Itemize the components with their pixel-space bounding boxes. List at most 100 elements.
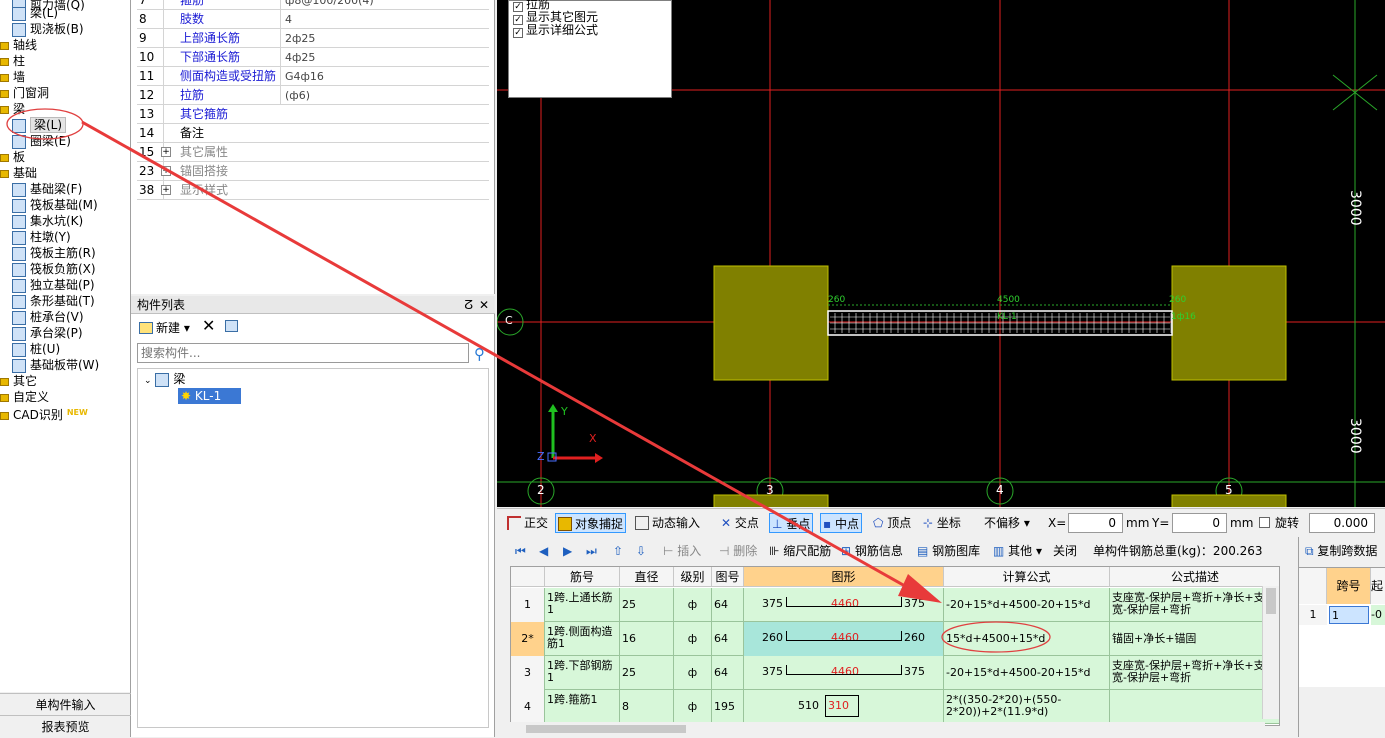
search-icon[interactable]: ⚲ — [474, 345, 485, 363]
property-row[interactable]: 11 侧面构造或受扭筋 G4ф16 — [137, 67, 489, 86]
prev-icon[interactable]: ◀ — [539, 541, 548, 561]
x-offset-input[interactable]: 0 — [1068, 513, 1123, 533]
search-input[interactable] — [137, 343, 469, 363]
tree-folder[interactable]: 门窗洞 — [0, 85, 49, 101]
tree-item[interactable]: 桩承台(V) — [12, 309, 84, 325]
property-value[interactable]: ф8@100/200(4) — [280, 0, 489, 10]
cell-fig[interactable]: 64 — [712, 622, 744, 656]
property-value[interactable]: 2ф25 — [280, 29, 489, 48]
col-fig-no[interactable]: 图号 — [712, 567, 744, 587]
cell-grade[interactable]: ф — [674, 588, 712, 622]
tree-folder[interactable]: 自定义 — [0, 389, 49, 405]
col-formula[interactable]: 计算公式 — [944, 567, 1110, 587]
tree-item[interactable]: 集水坑(K) — [12, 213, 83, 229]
last-icon[interactable]: ⏭ — [586, 541, 597, 561]
cell-dia[interactable]: 25 — [620, 656, 674, 690]
scale-rebar-button[interactable]: ⊪ 缩尺配筋 — [769, 541, 831, 561]
tree-root-beam[interactable]: ⌄ 梁 — [144, 371, 185, 387]
tree-item[interactable]: 梁(L) — [12, 117, 67, 133]
cell-name[interactable]: 1跨.下部钢筋1 — [545, 656, 620, 690]
cell-description[interactable]: 支座宽-保护层+弯折+净长+支座宽-保护层+弯折 — [1110, 656, 1279, 690]
tree-item[interactable]: 基础板带(W) — [12, 357, 99, 373]
tree-folder[interactable]: 墙 — [0, 69, 25, 85]
insert-button[interactable]: ⊢ 插入 — [663, 541, 701, 561]
first-icon[interactable]: ⏮ — [515, 541, 526, 561]
offset-dropdown[interactable]: 不偏移 ▾ — [984, 513, 1030, 533]
property-value[interactable]: 4 — [280, 10, 489, 29]
col-bar-no[interactable]: 筋号 — [545, 567, 620, 587]
delete-icon[interactable]: ✕ — [202, 316, 215, 335]
cell-fig[interactable]: 64 — [712, 588, 744, 622]
tree-folder[interactable]: 板 — [0, 149, 25, 165]
property-value[interactable]: 4ф25 — [280, 48, 489, 67]
property-row[interactable]: 14 备注 — [137, 124, 489, 143]
row-header[interactable]: 1 — [511, 588, 545, 622]
col-diameter[interactable]: 直径(mm) — [620, 567, 674, 604]
tab-report-preview[interactable]: 报表预览 — [0, 715, 131, 737]
horizontal-scrollbar[interactable] — [510, 722, 1265, 736]
tree-item[interactable]: 柱墩(Y) — [12, 229, 71, 245]
dynamic-input-button[interactable]: 动态输入 — [635, 513, 700, 533]
table-row[interactable]: 4 1跨.箍筋1 8 ф 195 510 310 2*((350-2*20)+(550-2*2… — [511, 690, 1279, 724]
close-button[interactable]: 关闭 — [1053, 541, 1077, 561]
cell-description[interactable] — [1110, 690, 1279, 724]
cell-shape[interactable]: 375 4460 375 — [744, 656, 944, 690]
cell-grade[interactable]: ф — [674, 656, 712, 690]
cell-formula[interactable]: 2*((350-2*20)+(550-2*20))+2*(11.9*d) — [944, 690, 1110, 724]
tree-item[interactable]: 圈梁(E) — [12, 133, 71, 149]
cell-formula[interactable]: -20+15*d+4500-20+15*d — [944, 656, 1110, 690]
tree-item[interactable]: 筏板主筋(R) — [12, 245, 96, 261]
cad-canvas[interactable]: ✓ 拉筋 ✓ 显示其它图元 ✓ 显示详细公式 C 2 3 4 5 3000 3000 26… — [497, 0, 1385, 507]
tree-folder[interactable]: CAD识别 NEW — [0, 405, 88, 422]
row-header[interactable]: 3 — [511, 656, 545, 690]
expand-icon[interactable]: + — [161, 147, 171, 157]
property-row[interactable]: 10 下部通长筋 4ф25 — [137, 48, 489, 67]
object-snap-button[interactable]: 对象捕捉 — [555, 513, 627, 533]
ortho-button[interactable]: 正交 — [507, 513, 548, 533]
cell-shape[interactable]: 260 4460 260 — [744, 622, 944, 656]
move-down-icon[interactable]: ⇩ — [636, 541, 646, 561]
cell-dia[interactable]: 16 — [620, 622, 674, 656]
property-row[interactable]: 23 锚固搭接 + — [137, 162, 489, 181]
tree-item[interactable]: 独立基础(P) — [12, 277, 95, 293]
y-offset-input[interactable]: 0 — [1172, 513, 1227, 533]
tree-item[interactable]: 筏板负筋(X) — [12, 261, 96, 277]
copy-icon[interactable] — [225, 320, 238, 332]
tree-folder[interactable]: 基础 — [0, 165, 37, 181]
tree-folder[interactable]: 其它 — [0, 373, 37, 389]
col-description[interactable]: 公式描述 — [1110, 567, 1279, 587]
copy-span-button[interactable]: ⧉ 复制跨数据 — [1305, 541, 1377, 561]
cell-shape[interactable]: 375 4460 375 — [744, 588, 944, 622]
perpendicular-button[interactable]: ⊥ 垂点 — [769, 513, 814, 533]
property-row[interactable]: 15 其它属性 + — [137, 143, 489, 162]
tree-item[interactable]: 现浇板(B) — [12, 21, 84, 37]
property-row[interactable]: 9 上部通长筋 2ф25 — [137, 29, 489, 48]
tree-item[interactable]: 基础梁(F) — [12, 181, 82, 197]
cell-dia[interactable]: 25 — [620, 588, 674, 622]
pin-icon[interactable]: ⵒ — [464, 296, 473, 314]
tree-item[interactable]: 承台梁(P) — [12, 325, 83, 341]
rotate-input[interactable]: 0.000 — [1309, 513, 1375, 533]
property-row[interactable]: 12 拉筋 (ф6) — [137, 86, 489, 105]
display-option-checkbox[interactable]: ✓ 显示详细公式 — [513, 24, 598, 38]
property-value[interactable]: (ф6) — [280, 86, 489, 105]
tree-item-kl1[interactable]: ✸ KL-1 — [178, 388, 242, 404]
cell-grade[interactable]: ф — [674, 690, 712, 724]
expand-icon[interactable]: + — [161, 166, 171, 176]
table-row[interactable]: 2* 1跨.侧面构造筋1 16 ф 64 260 4460 260 15*d+4500+15*d… — [511, 622, 1279, 656]
col-span-no[interactable]: 跨号 — [1327, 568, 1371, 604]
row-header[interactable]: 4 — [511, 690, 545, 724]
property-value[interactable]: G4ф16 — [280, 67, 489, 86]
new-button[interactable]: 新建 ▾ — [139, 319, 190, 336]
property-row[interactable]: 7 箍筋 ф8@100/200(4) — [137, 0, 489, 10]
cell-fig[interactable]: 195 — [712, 690, 744, 724]
table-row[interactable]: 3 1跨.下部钢筋1 25 ф 64 375 4460 375 -20+15*d+4500-20… — [511, 656, 1279, 690]
rotate-checkbox[interactable]: 旋转 — [1259, 513, 1299, 533]
cell-shape[interactable]: 510 310 — [744, 690, 944, 724]
table-row[interactable]: 1 1跨.上通长筋1 25 ф 64 375 4460 375 -20+15*d+4500-20… — [511, 588, 1279, 622]
cell-name[interactable]: 1跨.箍筋1 — [545, 690, 620, 724]
vertex-button[interactable]: ⬠ 顶点 — [873, 513, 911, 533]
cell-dia[interactable]: 8 — [620, 690, 674, 724]
tree-item[interactable]: 条形基础(T) — [12, 293, 95, 309]
property-row[interactable]: 38 显示样式 + — [137, 181, 489, 200]
